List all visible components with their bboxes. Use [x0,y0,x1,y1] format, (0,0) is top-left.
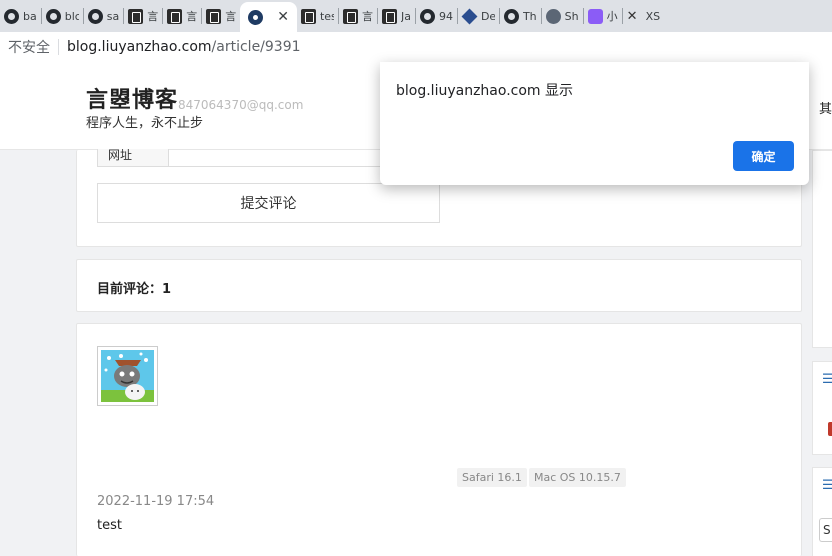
comment-item: Safari 16.1 Mac OS 10.15.7 2022-11-19 17… [76,323,802,556]
url-path[interactable]: /article/9391 [212,39,301,55]
tab-14[interactable]: 小 [584,0,622,32]
blog-icon [300,8,316,24]
blog-icon [206,8,222,24]
globe-icon [545,8,561,24]
address-separator [58,39,59,55]
tab-13[interactable]: Sh [542,0,583,32]
tab-active[interactable]: ✕ [240,2,297,32]
list-icon: ☰ [822,478,832,493]
address-bar[interactable]: 不安全 blog.liuyanzhao.com/article/9391 [0,32,832,62]
site-title[interactable]: 言曌博客 [86,82,178,114]
alert-dialog: blog.liuyanzhao.com 显示 确定 [380,62,809,185]
security-indicator[interactable]: 不安全 [0,37,50,57]
search-input[interactable]: S [819,518,832,542]
tab-11[interactable]: De [458,0,499,32]
comment-text: test [97,518,122,533]
url-field-label: 网址 [97,149,169,167]
github-icon [503,8,519,24]
github-icon [87,8,103,24]
tab-7[interactable]: tes [297,0,338,32]
tab-5[interactable]: 言 [202,0,240,32]
tab-9[interactable]: Ja [378,0,415,32]
close-icon[interactable]: ✕ [277,9,289,25]
dialog-message: blog.liuyanzhao.com 显示 [396,83,573,99]
blog-icon [342,8,358,24]
tab-10[interactable]: 94 [416,0,457,32]
tab-0[interactable]: ba [0,0,41,32]
purple-app-icon [587,8,603,24]
sidebar-search-widget: ☰ S [812,467,832,556]
tab-12[interactable]: Th [500,0,541,32]
tab-4[interactable]: 言 [163,0,201,32]
tab-8[interactable]: 言 [339,0,377,32]
github-icon [419,8,435,24]
url-host[interactable]: blog.liuyanzhao.com [67,39,212,55]
avatar[interactable] [97,346,158,406]
eye-icon [248,9,264,25]
submit-comment-button[interactable]: 提交评论 [97,183,440,223]
comment-date: 2022-11-19 17:54 [97,494,215,509]
browser-tab-strip: ba blc sa 言 言 言 ✕ tes 言 Ja 94 De Th Sh 小… [0,0,832,32]
comment-count-card: 目前评论：1 [76,259,802,312]
tab-1[interactable]: blc [42,0,83,32]
tab-15[interactable]: ✕ XS [623,0,664,32]
nav-item-label: 其 [818,102,832,117]
blog-icon [381,8,397,24]
x-icon: ✕ [626,8,638,24]
github-icon [45,8,61,24]
email-ghost-text: 847064370@qq.com [178,98,304,112]
tab-3[interactable]: 言 [124,0,162,32]
nav-item-partial[interactable]: 其 [819,98,832,117]
tab-2[interactable]: sa [84,0,123,32]
github-icon [4,8,19,24]
sidebar-widget: ☰ [812,361,832,455]
comment-count: 目前评论：1 [97,282,172,297]
sidebar-red-marker [828,422,832,436]
blog-icon [128,8,144,24]
ok-button[interactable]: 确定 [733,141,794,171]
list-icon: ☰ [822,372,832,387]
blog-icon [167,8,183,24]
comment-browser-badge: Safari 16.1 [457,468,527,487]
comment-os-badge: Mac OS 10.15.7 [529,468,626,487]
avatar-image [101,350,154,402]
diamond-icon [461,8,478,24]
site-subtitle: 程序人生，永不止步 [86,116,204,131]
sidebar-widget-top [812,150,832,348]
